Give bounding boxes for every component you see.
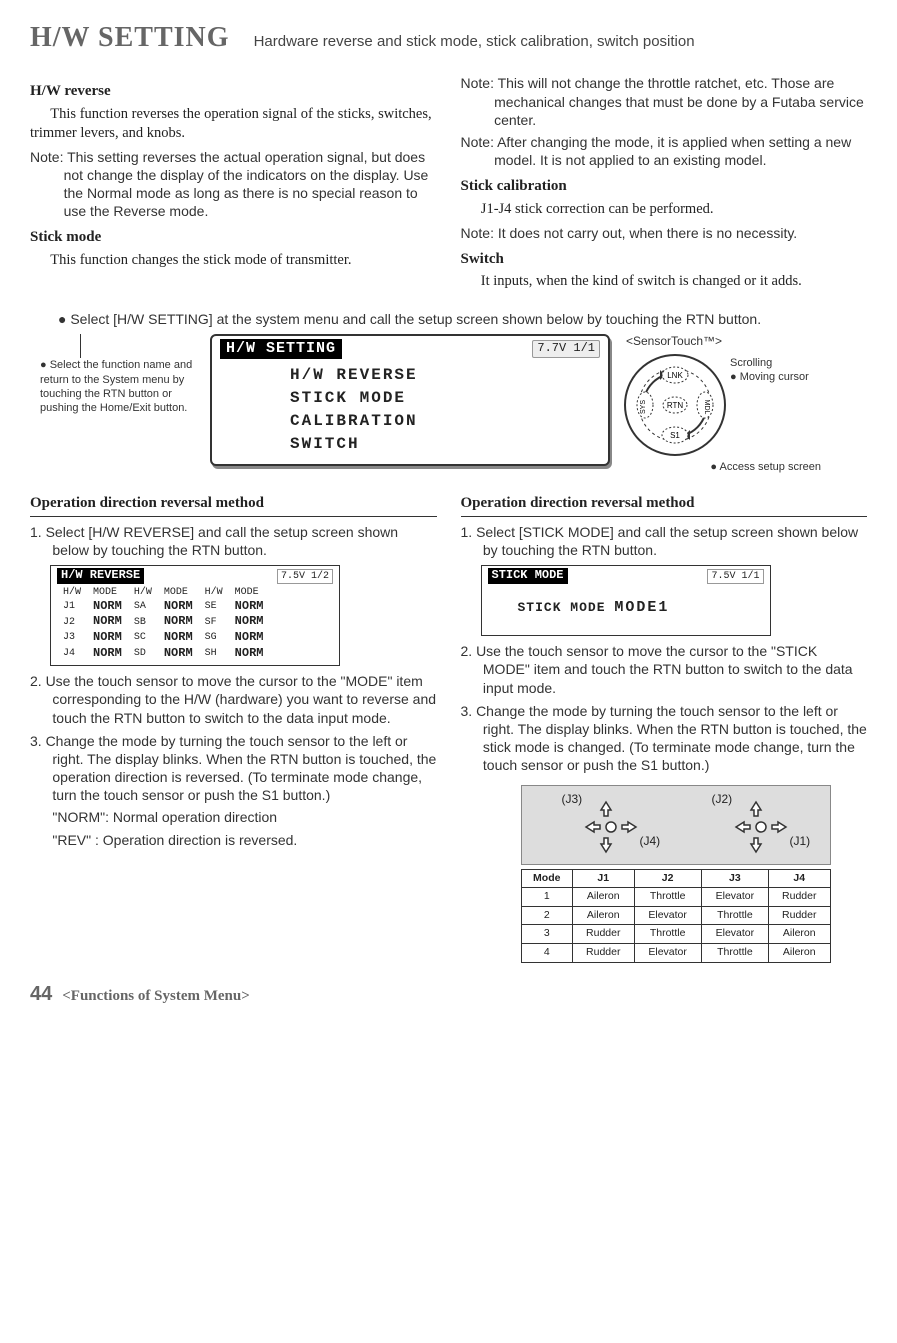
page-number: 44 xyxy=(30,981,52,1007)
footer-section-label: <Functions of System Menu> xyxy=(62,987,250,1007)
stick-mode-table: ModeJ1J2J3J41AileronThrottleElevatorRudd… xyxy=(521,869,831,963)
left-step-3: 3. Change the mode by turning the touch … xyxy=(30,732,437,805)
subhead-op-reversal-left: Operation direction reversal method xyxy=(30,494,437,517)
lcd-menu-item: CALIBRATION xyxy=(290,411,600,432)
stick-mode-heading: Stick mode xyxy=(30,228,437,248)
right-step-2: 2. Use the touch sensor to move the curs… xyxy=(461,642,868,697)
right-step-1: 1. Select [STICK MODE] and call the setu… xyxy=(461,523,868,559)
lcd-page-indicator: 7.5V 1/2 xyxy=(277,569,333,584)
caption-return-system-menu: ● Select the function name and return to… xyxy=(30,358,200,415)
svg-text:SYS: SYS xyxy=(640,400,647,414)
stick-mode-body: This function changes the stick mode of … xyxy=(30,251,437,270)
stick-calibration-body: J1-J4 stick correction can be performed. xyxy=(461,200,868,219)
stick-arrows-left-icon xyxy=(582,798,640,856)
def-norm: "NORM": Normal operation direction xyxy=(30,808,437,826)
lcd-field-value: MODE1 xyxy=(614,599,669,616)
right-step-3: 3. Change the mode by turning the touch … xyxy=(461,702,868,775)
instruction-select-hw-setting: ● Select [H/W SETTING] at the system men… xyxy=(30,310,867,328)
lcd-title: STICK MODE xyxy=(488,568,568,584)
svg-text:RTN: RTN xyxy=(667,401,684,410)
hw-reverse-body: This function reverses the operation sig… xyxy=(30,105,437,143)
subhead-op-reversal-right: Operation direction reversal method xyxy=(461,494,868,517)
lcd-title: H/W REVERSE xyxy=(57,568,144,584)
stick-arrows-right-icon xyxy=(732,798,790,856)
svg-text:LNK: LNK xyxy=(667,371,683,380)
label-j3: (J3) xyxy=(562,792,583,808)
hw-reverse-note: Note: This setting reverses the actual o… xyxy=(30,148,437,221)
sensortouch-label: <SensorTouch™> xyxy=(626,334,722,348)
note-new-model: Note: After changing the mode, it is app… xyxy=(461,133,868,169)
sensortouch-icon: LNK SYS MDL S1 RTN xyxy=(620,350,730,460)
label-moving-cursor: ● Moving cursor xyxy=(730,370,809,384)
switch-heading: Switch xyxy=(461,250,868,270)
lcd-field-label: STICK MODE xyxy=(518,600,606,615)
hw-reverse-heading: H/W reverse xyxy=(30,82,437,102)
svg-text:MDL: MDL xyxy=(703,400,710,415)
lcd-stick-mode-screen: STICK MODE 7.5V 1/1 STICK MODE MODE1 xyxy=(481,565,771,636)
stick-calibration-note: Note: It does not carry out, when there … xyxy=(461,224,868,242)
page-title: H/W SETTING xyxy=(30,20,230,56)
left-step-2: 2. Use the touch sensor to move the curs… xyxy=(30,672,437,727)
lcd-menu-item: STICK MODE xyxy=(290,388,600,409)
label-access-setup: ● Access setup screen xyxy=(620,460,825,474)
lcd-page-indicator: 7.5V 1/1 xyxy=(707,569,763,584)
def-rev: "REV" : Operation direction is reversed. xyxy=(30,831,437,849)
svg-text:S1: S1 xyxy=(670,431,680,440)
lcd-menu-item: SWITCH xyxy=(290,434,600,455)
left-step-1: 1. Select [H/W REVERSE] and call the set… xyxy=(30,523,437,559)
stick-calibration-heading: Stick calibration xyxy=(461,177,868,197)
lcd-title: H/W SETTING xyxy=(220,339,342,359)
stick-diagram: (J3) (J2) (J4) (J1) xyxy=(521,785,831,865)
lcd-page-indicator: 7.7V 1/1 xyxy=(532,340,600,358)
label-j4: (J4) xyxy=(640,834,661,850)
switch-body: It inputs, when the kind of switch is ch… xyxy=(461,272,868,291)
lcd-hw-reverse-screen: H/W REVERSE 7.5V 1/2 H/WMODEH/WMODEH/WMO… xyxy=(50,565,340,666)
label-j1: (J1) xyxy=(790,834,811,850)
lcd-menu-item: H/W REVERSE xyxy=(290,365,600,386)
note-ratchet: Note: This will not change the throttle … xyxy=(461,74,868,129)
page-subtitle: Hardware reverse and stick mode, stick c… xyxy=(254,32,695,52)
lcd-hw-setting-screen: H/W SETTING 7.7V 1/1 H/W REVERSE STICK M… xyxy=(210,334,610,466)
label-scrolling: Scrolling xyxy=(730,356,809,370)
label-j2: (J2) xyxy=(712,792,733,808)
